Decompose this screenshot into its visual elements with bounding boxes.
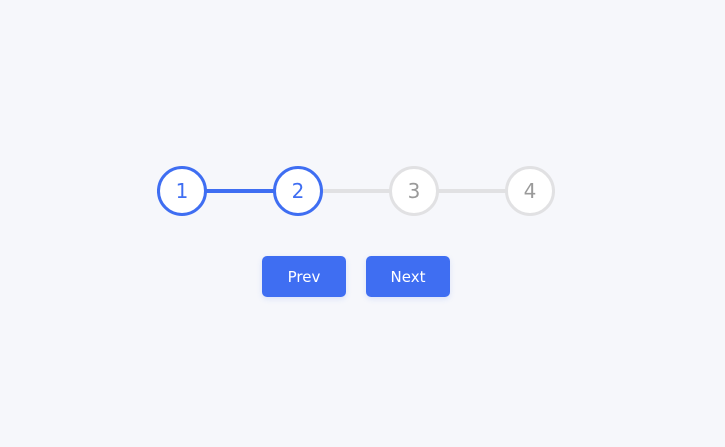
step-circle-3: 3 — [389, 166, 439, 216]
step-label: 4 — [523, 179, 537, 203]
progress-stepper: 1 2 3 4 — [157, 166, 555, 216]
step-circle-1: 1 — [157, 166, 207, 216]
button-group: Prev Next — [262, 256, 450, 297]
step-circle-2: 2 — [273, 166, 323, 216]
progress-track — [157, 189, 555, 193]
step-label: 3 — [407, 179, 421, 203]
prev-button[interactable]: Prev — [262, 256, 346, 297]
step-label: 2 — [291, 179, 305, 203]
next-button[interactable]: Next — [366, 256, 450, 297]
stepper-page: 1 2 3 4 Prev Next — [0, 0, 725, 447]
step-circle-4: 4 — [505, 166, 555, 216]
step-label: 1 — [175, 179, 189, 203]
